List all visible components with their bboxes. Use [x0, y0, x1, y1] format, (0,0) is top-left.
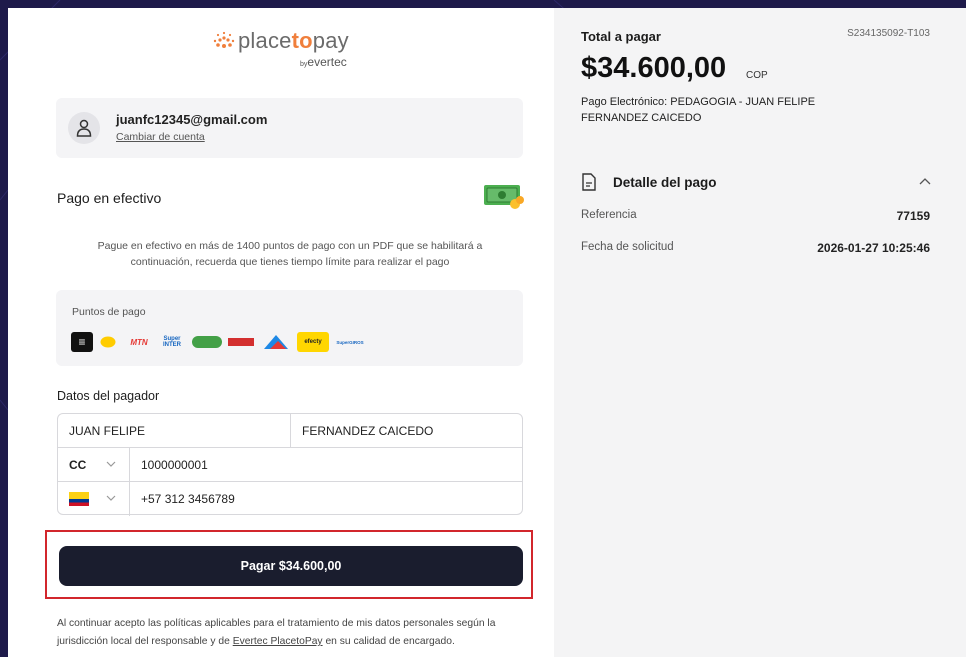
order-code: S234135092-T103: [847, 28, 930, 39]
account-card: juanfc12345@gmail.com Cambiar de cuenta: [56, 98, 523, 158]
payment-detail-title: Detalle del pago: [613, 175, 717, 190]
chevron-down-icon[interactable]: [106, 459, 116, 469]
colombia-flag-icon[interactable]: [69, 492, 89, 506]
pay-button-highlight: Pagar $34.600,00: [45, 530, 533, 599]
divider: [129, 448, 130, 482]
logo-byline: byevertec: [300, 55, 347, 69]
logo-wordmark: placetopay: [238, 28, 349, 53]
user-icon: [76, 119, 92, 137]
currency-code: COP: [746, 70, 768, 81]
cash-icon: [484, 185, 524, 209]
checkout-form-panel: placetopay byevertec juanfc12345@gmail.c…: [8, 8, 554, 657]
payment-description: Pago Electrónico: PEDAGOGIA - JUAN FELIP…: [581, 96, 816, 124]
document-type-select[interactable]: CC: [69, 448, 109, 482]
reference-value: 77159: [896, 209, 930, 223]
chevron-up-icon[interactable]: [919, 177, 931, 187]
brand-2-logo: [99, 332, 117, 352]
pay-button[interactable]: Pagar $34.600,00: [59, 546, 523, 586]
brand-7-logo: [261, 332, 291, 352]
payer-form: JUAN FELIPE FERNANDEZ CAICEDO CC 1000000…: [57, 413, 523, 516]
divider: [290, 414, 291, 448]
phone-field[interactable]: +57 312 3456789: [141, 482, 441, 516]
payment-detail-toggle[interactable]: Detalle del pago: [581, 173, 931, 193]
last-name-field[interactable]: FERNANDEZ CAICEDO: [302, 414, 512, 448]
super-inter-logo: Super INTER: [163, 336, 181, 348]
payment-points-label: Puntos de pago: [72, 306, 146, 318]
document-icon: [582, 173, 596, 191]
payment-method-description: Pague en efectivo en más de 1400 puntos …: [97, 240, 483, 268]
payment-summary-panel: Total a pagar S234135092-T103 $34.600,00…: [554, 8, 966, 657]
total-label: Total a pagar: [581, 29, 661, 44]
change-account-link[interactable]: Cambiar de cuenta: [116, 131, 205, 143]
phone-row: +57 312 3456789: [58, 482, 522, 516]
terms-text: Al continuar acepto las políticas aplica…: [57, 615, 507, 651]
gana-logo: [191, 332, 223, 352]
account-email: juanfc12345@gmail.com: [116, 112, 268, 127]
supergiros-logo: SuperGIROS: [336, 339, 364, 345]
document-number-field[interactable]: 1000000001: [141, 448, 441, 482]
mtn-logo: MTN: [130, 337, 148, 347]
chevron-down-icon[interactable]: [106, 493, 116, 503]
request-date-label: Fecha de solicitud: [581, 241, 674, 253]
reference-label: Referencia: [581, 209, 637, 221]
brand-1-logo: ≡: [71, 332, 93, 352]
name-row: JUAN FELIPE FERNANDEZ CAICEDO: [58, 414, 522, 448]
payer-section-title: Datos del pagador: [57, 389, 160, 403]
divider: [129, 482, 130, 516]
placetopay-sun-icon: [213, 31, 235, 48]
terms-text-part: en su calidad de encargado.: [322, 636, 455, 647]
request-date-value: 2026-01-27 10:25:46: [817, 241, 930, 255]
document-row: CC 1000000001: [58, 448, 522, 482]
payment-points-card: Puntos de pago ≡ MTN Super INTER efecty …: [56, 290, 523, 366]
avatar: [68, 112, 100, 144]
efecty-logo: efecty: [297, 332, 329, 352]
payment-method-title: Pago en efectivo: [57, 190, 162, 206]
total-amount: $34.600,00: [581, 52, 727, 84]
first-name-field[interactable]: JUAN FELIPE: [69, 414, 284, 448]
placetopay-logo: placetopay byevertec: [212, 28, 382, 76]
evertec-placetopay-link[interactable]: Evertec PlacetoPay: [233, 636, 323, 647]
brand-6-logo: [227, 332, 255, 352]
